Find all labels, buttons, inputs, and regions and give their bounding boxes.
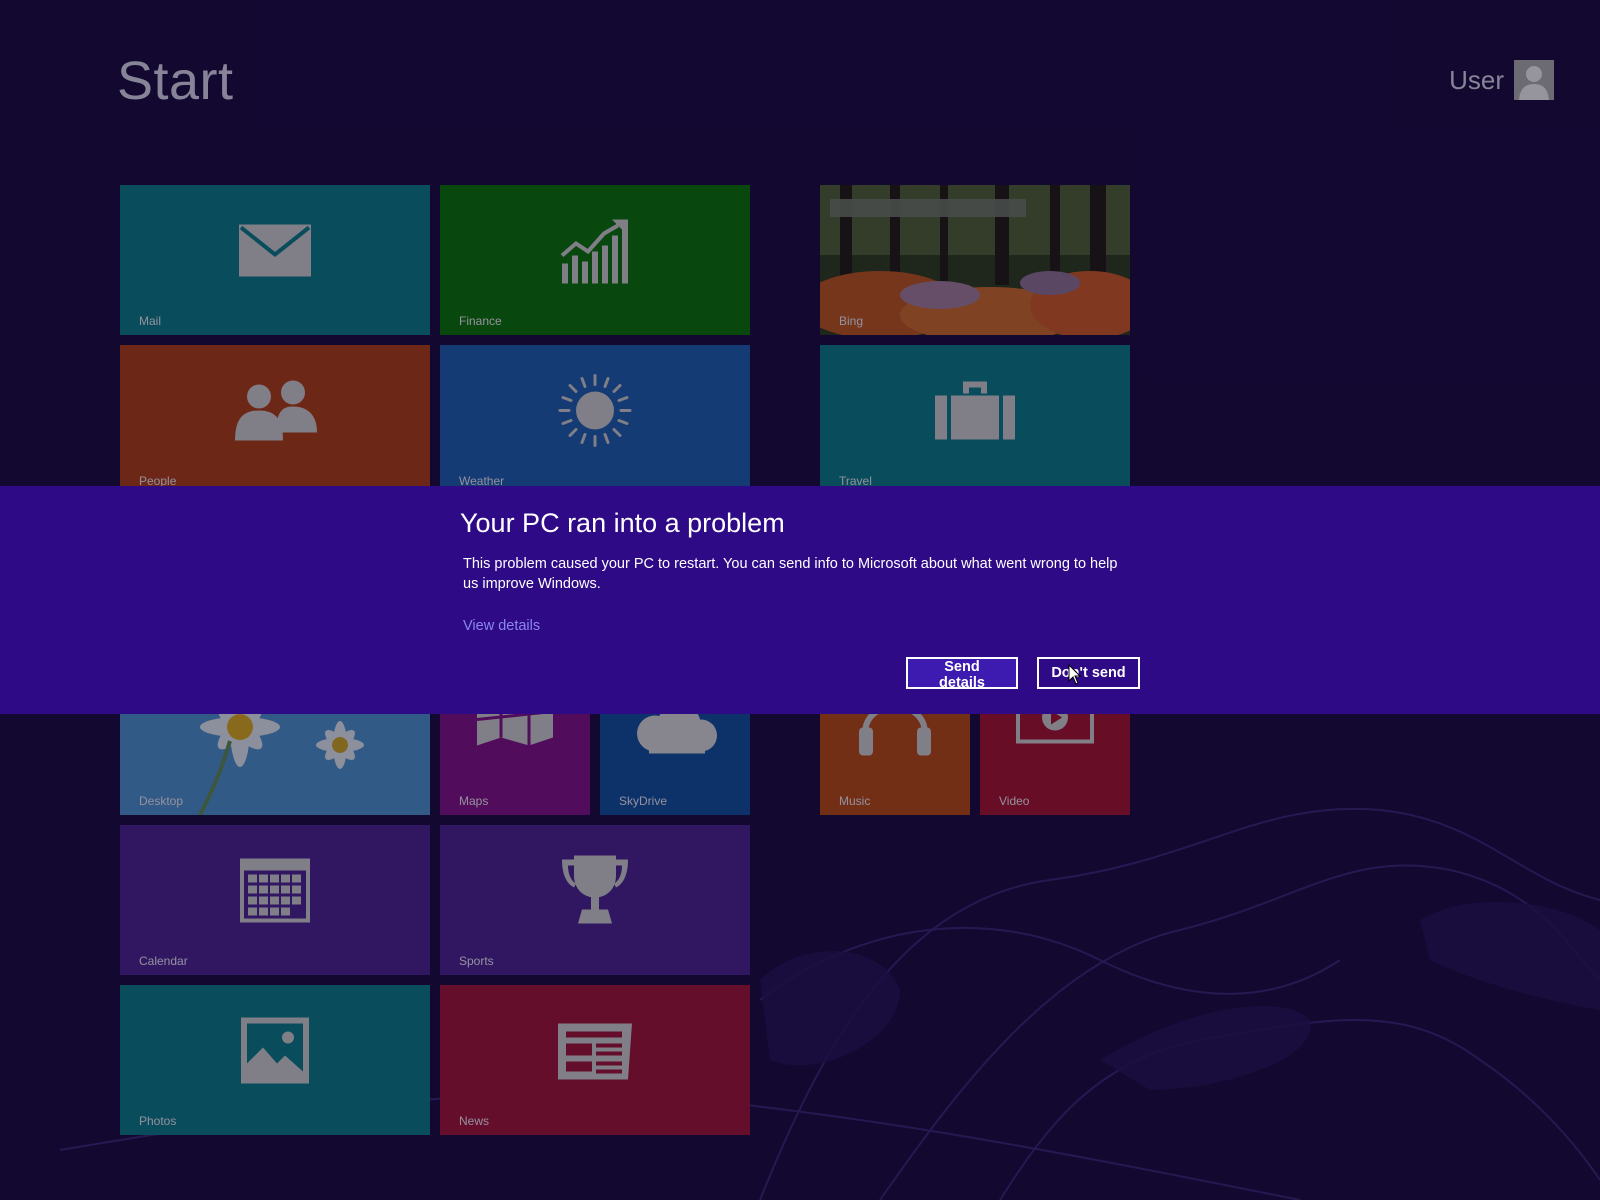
finance-chart-icon [560, 217, 630, 288]
suitcase-icon [935, 381, 1015, 444]
newspaper-icon [558, 1021, 632, 1084]
tile-label: Sports [459, 954, 494, 968]
tile-news[interactable]: News [440, 985, 750, 1135]
people-icon [233, 380, 317, 445]
tile-sports[interactable]: Sports [440, 825, 750, 975]
tile-label: News [459, 1114, 490, 1128]
tile-label: Mail [139, 314, 162, 328]
dialog-title: Your PC ran into a problem [460, 508, 785, 538]
tile-travel[interactable]: Travel [820, 345, 1130, 495]
calendar-icon [240, 858, 310, 927]
tile-people[interactable]: People [120, 345, 430, 495]
tile-label: Photos [139, 1114, 177, 1128]
tile-label: Calendar [139, 954, 188, 968]
tile-mail[interactable]: Mail [120, 185, 430, 335]
user-name: User [1449, 64, 1504, 95]
bing-forest-image [820, 185, 1130, 335]
tile-calendar[interactable]: Calendar [120, 825, 430, 975]
mouse-cursor-icon [1068, 664, 1082, 685]
trophy-icon [560, 855, 630, 930]
tile-photos[interactable]: Photos [120, 985, 430, 1135]
dont-send-button[interactable]: Don't send [1037, 657, 1140, 689]
tile-label: Maps [459, 794, 489, 808]
photo-icon [241, 1017, 309, 1088]
tile-bing[interactable]: Bing [820, 185, 1130, 335]
tile-label: Music [839, 794, 871, 808]
start-title: Start [117, 51, 234, 111]
error-dialog: Your PC ran into a problem This problem … [0, 486, 1600, 714]
tile-finance[interactable]: Finance [440, 185, 750, 335]
user-account[interactable]: User [1449, 60, 1554, 100]
tile-label: Video [999, 794, 1030, 808]
tile-label: Bing [839, 314, 864, 328]
user-avatar-icon[interactable] [1514, 60, 1554, 100]
tile-label: SkyDrive [619, 794, 668, 808]
mail-icon [239, 224, 311, 281]
sun-icon [558, 373, 632, 452]
tile-label: Desktop [139, 794, 184, 808]
tile-label: Finance [459, 314, 502, 328]
send-details-button[interactable]: Send details [906, 657, 1018, 691]
tile-weather[interactable]: Weather [440, 345, 750, 495]
dialog-message: This problem caused your PC to restart. … [463, 556, 1118, 592]
view-details-link[interactable]: View details [463, 618, 540, 634]
